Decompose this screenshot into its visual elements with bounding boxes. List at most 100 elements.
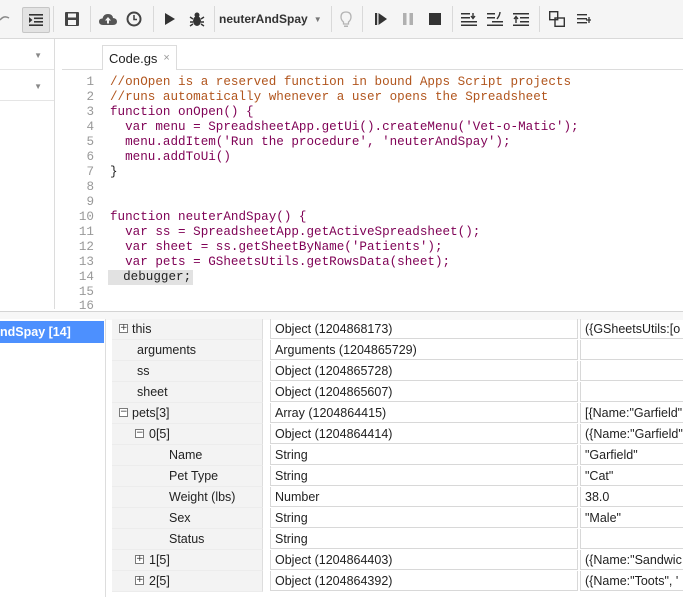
publish-icon[interactable] (96, 7, 120, 31)
triggers-icon[interactable] (122, 7, 146, 31)
code-line: 13 var pets = GSheetsUtils.getRowsData(s… (62, 255, 683, 270)
collapse-icon[interactable]: − (135, 429, 144, 438)
line-number: 3 (86, 105, 94, 119)
pause-icon[interactable] (397, 7, 419, 31)
line-number: 9 (86, 195, 94, 209)
var-value: String (270, 445, 578, 465)
function-select-label: neuterAndSpay (219, 12, 308, 26)
code-editor[interactable]: 1 //onOpen is a reserved function in boun… (62, 70, 683, 313)
line-number: 4 (86, 120, 94, 134)
step-out-icon[interactable] (510, 7, 532, 31)
var-name-cell: − pets[3] (112, 403, 263, 424)
var-value: Object (1204864414) (270, 424, 578, 444)
var-preview: ({Name:"Toots", ' (580, 571, 683, 591)
call-stack-pane: ndSpay [14] (0, 319, 106, 597)
add-watch-icon[interactable] (574, 7, 594, 31)
function-select[interactable]: neuterAndSpay ▼ (219, 7, 327, 31)
var-preview (580, 361, 683, 381)
var-name: 1[5] (149, 553, 170, 567)
var-name: sheet (137, 385, 168, 399)
line-number: 5 (86, 135, 94, 149)
close-icon[interactable]: × (163, 52, 169, 64)
var-name-cell: sheet (112, 382, 263, 403)
step-over-icon[interactable] (484, 7, 506, 31)
table-row[interactable]: − pets[3] Array (1204864415) [{Name:"Gar… (112, 403, 683, 424)
toolbar: neuterAndSpay ▼ (0, 0, 683, 39)
var-name: 0[5] (149, 427, 170, 441)
toggle-panel-icon[interactable] (546, 7, 568, 31)
files-dropdown[interactable]: ▼ (0, 39, 54, 70)
table-row[interactable]: Weight (lbs) Number 38.0 (112, 487, 683, 508)
table-row[interactable]: + this Object (1204868173) ({GSheetsUtil… (112, 319, 683, 340)
var-preview: "Cat" (580, 466, 683, 486)
code-line: 7} (62, 165, 683, 180)
file-tabs: Code.gs × (62, 39, 683, 70)
table-row[interactable]: + 1[5] Object (1204864403) ({Name:"Sandw… (112, 550, 683, 571)
line-code: //runs automatically whenever a user ope… (110, 90, 549, 104)
line-number: 12 (78, 240, 94, 254)
table-row[interactable]: Pet Type String "Cat" (112, 466, 683, 487)
line-number: 15 (78, 285, 94, 299)
tab-code-gs[interactable]: Code.gs × (102, 45, 177, 70)
table-row[interactable]: − 0[5] Object (1204864414) ({Name:"Garfi… (112, 424, 683, 445)
code-line: 8 (62, 180, 683, 195)
var-name: Pet Type (169, 469, 219, 483)
chevron-down-icon: ▼ (313, 14, 322, 24)
table-row[interactable]: ss Object (1204865728) (112, 361, 683, 382)
var-preview: "Garfield" (580, 445, 683, 465)
collapse-icon[interactable]: − (119, 408, 128, 417)
run-icon[interactable] (160, 7, 180, 31)
var-name-cell: Pet Type (112, 466, 263, 487)
var-name: 2[5] (149, 574, 170, 588)
line-number: 14 (78, 270, 94, 284)
code-line: 6 menu.addToUi() (62, 150, 683, 165)
var-value: Array (1204864415) (270, 403, 578, 423)
line-number: 7 (86, 165, 94, 179)
var-name-cell: + 1[5] (112, 550, 263, 571)
stop-icon[interactable] (424, 7, 446, 31)
resources-dropdown[interactable]: ▼ (0, 70, 54, 101)
table-row[interactable]: Status String (112, 529, 683, 550)
var-name: pets[3] (132, 406, 170, 420)
line-number: 8 (86, 180, 94, 194)
var-name: Sex (169, 511, 191, 525)
var-name-cell: + 2[5] (112, 571, 263, 592)
var-name: Status (169, 532, 205, 546)
line-code: var sheet = ss.getSheetByName('Patients'… (110, 240, 443, 254)
line-number: 1 (86, 75, 94, 89)
table-row[interactable]: sheet Object (1204865607) (112, 382, 683, 403)
expand-icon[interactable]: + (119, 324, 128, 333)
var-name: this (132, 322, 152, 336)
chevron-down-icon: ▼ (34, 51, 42, 60)
var-preview (580, 529, 683, 549)
hint-icon[interactable] (336, 7, 356, 31)
var-name: ss (137, 364, 150, 378)
line-code: var pets = GSheetsUtils.getRowsData(shee… (110, 255, 451, 269)
var-name-cell: Weight (lbs) (112, 487, 263, 508)
code-line: 15 (62, 285, 683, 300)
save-icon[interactable] (60, 7, 84, 31)
var-name-cell: Status (112, 529, 263, 550)
table-row[interactable]: arguments Arguments (1204865729) (112, 340, 683, 361)
continue-icon[interactable] (370, 7, 392, 31)
table-row[interactable]: Name String "Garfield" (112, 445, 683, 466)
var-name-cell: Name (112, 445, 263, 466)
debug-icon[interactable] (186, 7, 208, 31)
variables-table: + this Object (1204868173) ({GSheetsUtil… (112, 319, 683, 597)
var-name-cell: Sex (112, 508, 263, 529)
line-code: debugger; (108, 270, 194, 285)
code-line: 5 menu.addItem('Run the procedure', 'neu… (62, 135, 683, 150)
var-preview: "Male" (580, 508, 683, 528)
table-row[interactable]: Sex String "Male" (112, 508, 683, 529)
code-line: 12 var sheet = ss.getSheetByName('Patien… (62, 240, 683, 255)
call-stack-frame-selected[interactable]: ndSpay [14] (0, 321, 104, 343)
step-into-icon[interactable] (458, 7, 480, 31)
expand-icon[interactable]: + (135, 555, 144, 564)
line-number: 13 (78, 255, 94, 269)
var-name-cell: + this (112, 319, 263, 340)
var-preview (580, 382, 683, 402)
indent-icon[interactable] (22, 7, 50, 33)
table-row[interactable]: + 2[5] Object (1204864392) ({Name:"Toots… (112, 571, 683, 592)
expand-icon[interactable]: + (135, 576, 144, 585)
redo-icon[interactable] (0, 7, 10, 31)
